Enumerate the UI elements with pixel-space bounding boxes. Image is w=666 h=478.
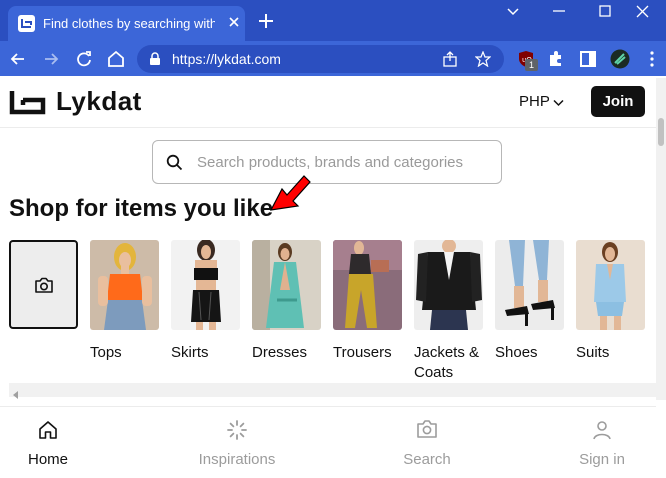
skirts-image xyxy=(171,240,240,330)
brand-name[interactable]: Lykdat xyxy=(56,86,142,117)
forward-icon[interactable] xyxy=(41,49,61,69)
currency-selector[interactable]: PHP xyxy=(519,93,564,111)
site-header: Lykdat PHP Join xyxy=(0,76,656,128)
bookmark-star-icon[interactable] xyxy=(474,50,492,70)
currency-label: PHP xyxy=(519,93,550,110)
scroll-left-icon[interactable] xyxy=(12,386,20,404)
lykdat-logo-icon[interactable] xyxy=(9,89,47,120)
window-close-icon[interactable] xyxy=(620,0,666,30)
nav-label: Inspirations xyxy=(198,451,276,468)
share-icon[interactable] xyxy=(442,51,458,70)
category-carousel: Tops Skirts Dresses Trousers Jackets & C… xyxy=(9,239,656,381)
image-search-tile[interactable] xyxy=(9,240,78,329)
dresses-image xyxy=(252,240,321,330)
search-icon xyxy=(166,154,183,176)
camera-icon xyxy=(377,419,477,441)
nav-inspirations[interactable]: Inspirations xyxy=(187,419,287,468)
search-box[interactable] xyxy=(152,140,502,184)
minimize-icon[interactable] xyxy=(536,0,582,30)
category-label: Trousers xyxy=(333,344,392,361)
reload-icon[interactable] xyxy=(74,49,94,69)
home-icon xyxy=(0,419,98,441)
nav-home[interactable]: Home xyxy=(0,419,98,468)
search-input[interactable] xyxy=(197,151,487,173)
nav-label: Search xyxy=(403,451,451,468)
suits-image xyxy=(576,240,645,330)
category-label: Tops xyxy=(90,344,122,361)
browser-toolbar: https://lykdat.com uO xyxy=(0,41,666,76)
back-icon[interactable] xyxy=(8,49,28,69)
lock-icon xyxy=(149,52,161,69)
jackets-coats-image xyxy=(414,240,483,330)
extensions-puzzle-icon[interactable] xyxy=(546,49,566,69)
trousers-image xyxy=(333,240,402,330)
shoes-image xyxy=(495,240,564,330)
browser-menu-icon[interactable] xyxy=(642,49,662,69)
nav-label: Home xyxy=(27,451,68,468)
category-label: Shoes xyxy=(495,344,538,361)
extension-badge: 1 xyxy=(525,59,538,71)
browser-tab-bar: Find clothes by searching with im xyxy=(0,0,666,41)
tab-title: Find clothes by searching with im xyxy=(43,16,215,31)
annotation-arrow-icon xyxy=(268,170,314,219)
profile-avatar-icon[interactable] xyxy=(610,49,630,69)
chevron-down-icon xyxy=(553,94,564,111)
category-label: Suits xyxy=(576,344,610,361)
nav-sign-in[interactable]: Sign in xyxy=(552,419,652,468)
tops-image xyxy=(90,240,159,330)
category-label: Dresses xyxy=(252,344,308,361)
new-tab-icon[interactable] xyxy=(257,12,275,30)
nav-search[interactable]: Search xyxy=(377,419,477,468)
nav-label: Sign in xyxy=(579,451,625,468)
join-button[interactable]: Join xyxy=(591,86,645,117)
url-text: https://lykdat.com xyxy=(172,51,281,67)
address-bar[interactable]: https://lykdat.com xyxy=(137,45,504,73)
scrollbar-thumb[interactable] xyxy=(658,118,664,146)
lykdat-favicon-icon xyxy=(18,15,35,32)
category-label: Skirts xyxy=(171,344,209,361)
category-label: Jackets & Coats xyxy=(414,344,480,381)
side-panel-icon[interactable] xyxy=(578,49,598,69)
home-browser-icon[interactable] xyxy=(106,49,126,69)
browser-tab[interactable]: Find clothes by searching with im xyxy=(8,6,245,41)
tab-search-icon[interactable] xyxy=(490,0,536,30)
horizontal-scrollbar[interactable] xyxy=(9,383,656,399)
vertical-scrollbar[interactable] xyxy=(656,78,666,400)
loading-spinner-icon xyxy=(187,419,287,441)
bottom-navigation: Home Inspirations Search Sign in xyxy=(0,406,656,478)
user-icon xyxy=(552,419,652,441)
close-tab-icon[interactable] xyxy=(226,14,242,30)
section-title: Shop for items you like xyxy=(9,195,274,222)
